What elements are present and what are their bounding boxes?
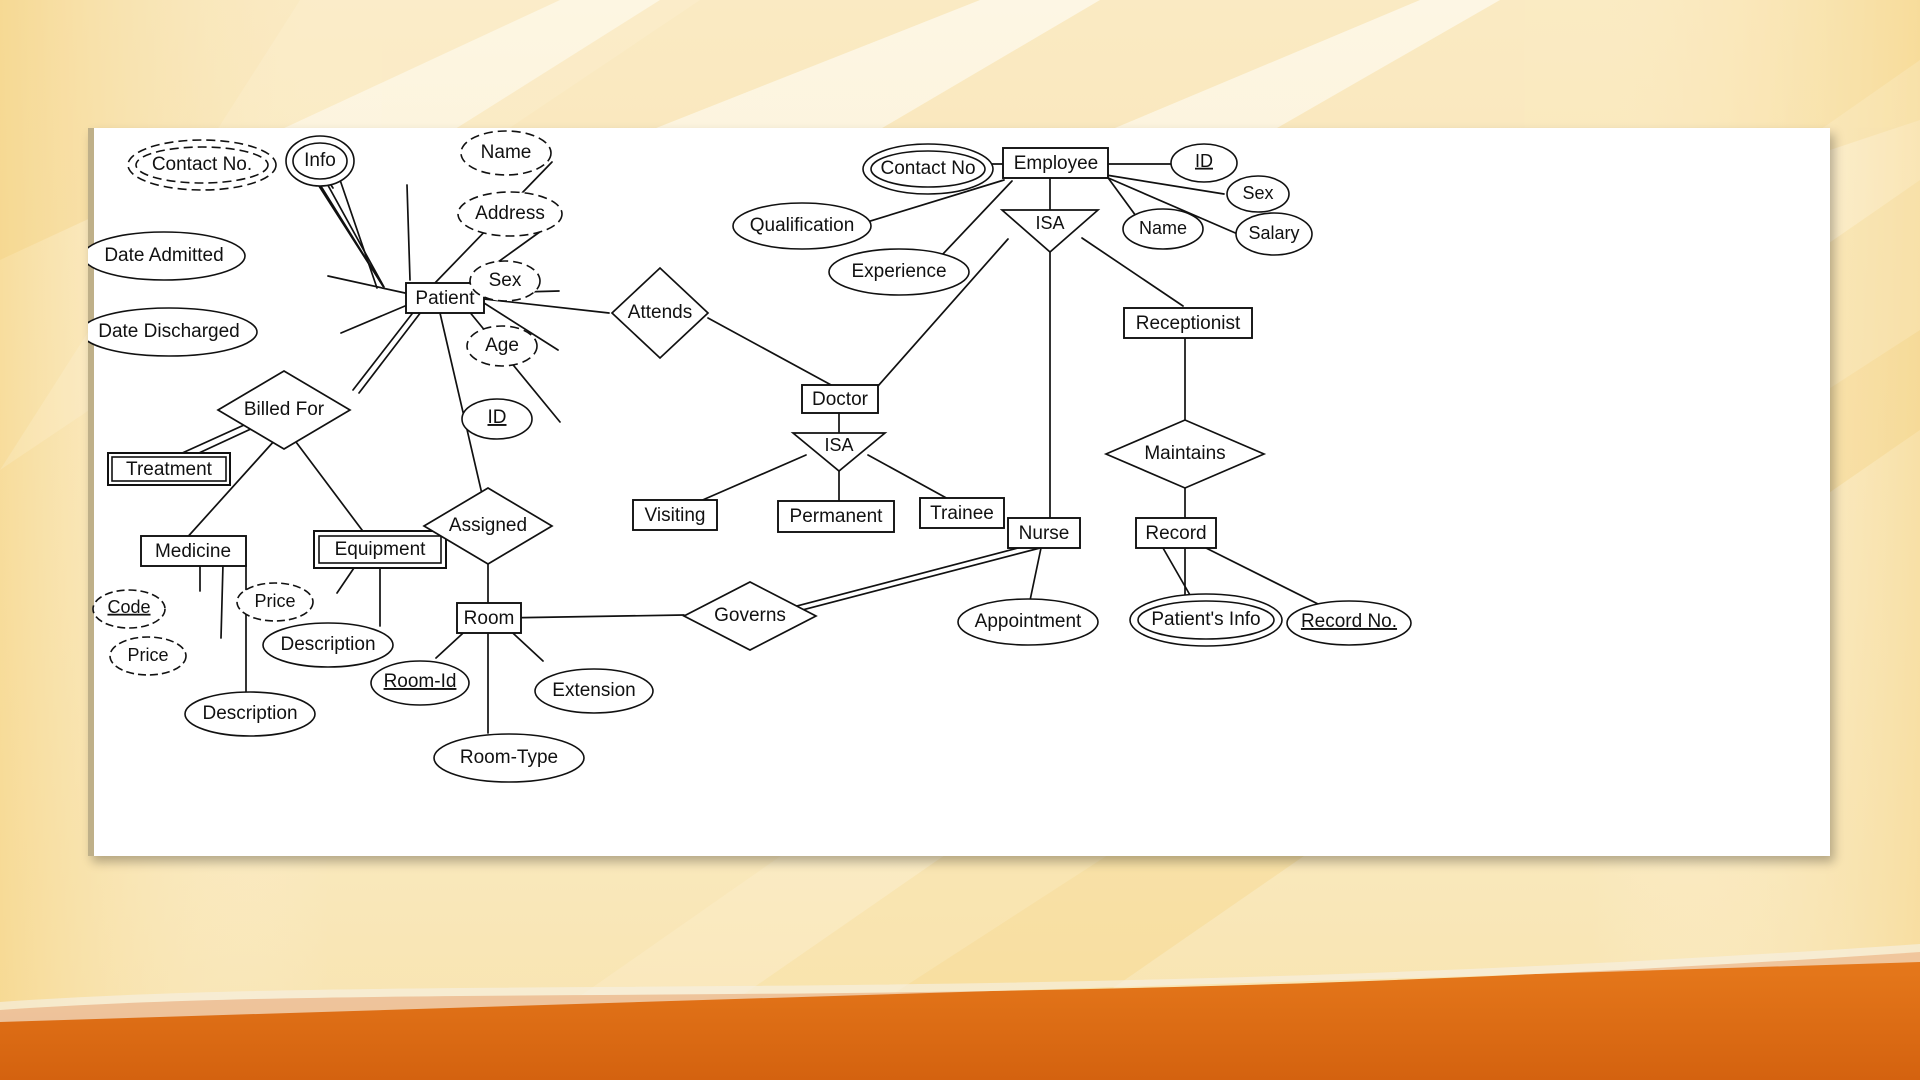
attribute-employee-contact-no[interactable]: Contact No [862,143,994,195]
relationship-billed-for[interactable]: Billed For [216,370,352,450]
attribute-patient-sex-label: Sex [489,270,522,291]
attribute-record-patients-info[interactable]: Patient's Info [1129,593,1283,647]
relationship-maintains[interactable]: Maintains [1103,419,1267,489]
attribute-employee-name-label: Name [1139,218,1187,238]
entity-doctor[interactable]: Doctor [801,384,879,414]
attribute-employee-id-label: ID [1195,151,1213,171]
attribute-equipment-description-label: Description [280,634,375,655]
attribute-employee-sex-label: Sex [1242,183,1273,203]
attribute-record-record-no-label: Record No. [1301,611,1397,632]
attribute-patient-contact-no-label: Contact No. [152,154,252,175]
attribute-medicine-price[interactable]: Price [109,636,187,676]
attribute-patient-date-admitted[interactable]: Date Admitted [88,231,246,281]
entity-medicine[interactable]: Medicine [140,535,247,567]
relationship-assigned-label: Assigned [449,515,527,536]
attribute-patient-age-label: Age [485,335,519,356]
isa-doctor-label: ISA [824,435,853,455]
attribute-employee-experience[interactable]: Experience [828,248,970,296]
attribute-medicine-code[interactable]: Code [92,589,166,629]
relationship-governs-label: Governs [714,605,786,626]
entity-permanent-label: Permanent [790,506,884,527]
attribute-nurse-appointment-label: Appointment [975,611,1082,632]
attribute-patient-id[interactable]: ID [461,398,533,440]
entity-receptionist-label: Receptionist [1136,313,1241,334]
entity-equipment-label: Equipment [335,539,427,560]
isa-triangle-employee[interactable]: ISA [999,209,1101,254]
entity-treatment-label: Treatment [126,459,213,480]
attribute-employee-qualification-label: Qualification [750,215,855,236]
attends-connectors [707,317,834,387]
attribute-patient-name-label: Name [481,142,532,163]
attribute-equipment-price-label: Price [254,591,295,611]
entity-nurse-label: Nurse [1019,523,1070,544]
attribute-medicine-price-label: Price [127,645,168,665]
entity-trainee[interactable]: Trainee [919,497,1005,529]
attribute-record-record-no[interactable]: Record No. [1286,600,1412,646]
attribute-equipment-price[interactable]: Price [236,582,314,622]
attribute-patient-date-discharged[interactable]: Date Discharged [88,307,258,357]
attribute-room-room-id-label: Room-Id [384,671,457,692]
attribute-patient-address[interactable]: Address [457,191,563,237]
entity-visiting[interactable]: Visiting [632,499,718,531]
attribute-medicine-description[interactable]: Description [184,691,316,737]
er-diagram-canvas: Patient Treatment Medicine Equipment Roo… [88,130,1412,783]
er-diagram-image: Patient Treatment Medicine Equipment Roo… [88,128,1830,856]
entity-patient-label: Patient [415,288,475,309]
attribute-medicine-code-label: Code [107,597,150,617]
attribute-room-extension-label: Extension [552,680,635,701]
entity-record[interactable]: Record [1135,517,1217,549]
entity-room[interactable]: Room [456,602,522,634]
entity-doctor-label: Doctor [812,389,869,410]
attribute-employee-sex[interactable]: Sex [1226,175,1290,213]
relationship-attends-label: Attends [628,302,692,323]
attribute-employee-salary-label: Salary [1248,223,1299,243]
entity-room-label: Room [464,608,515,629]
attribute-employee-salary[interactable]: Salary [1235,212,1313,256]
entity-equipment[interactable]: Equipment [313,530,447,569]
attribute-patient-age[interactable]: Age [466,325,538,367]
attribute-employee-qualification[interactable]: Qualification [732,202,872,250]
entity-trainee-label: Trainee [930,503,994,524]
attribute-patient-sex[interactable]: Sex [469,260,541,302]
attribute-patient-info-label: Info [304,150,336,171]
attribute-patient-contact-no[interactable]: Contact No. [127,139,277,191]
attribute-room-room-id[interactable]: Room-Id [370,660,470,706]
entity-employee[interactable]: Employee [1002,147,1109,179]
entity-visiting-label: Visiting [645,505,706,526]
attribute-room-room-type[interactable]: Room-Type [433,733,585,783]
attribute-room-room-type-label: Room-Type [460,747,558,768]
attribute-employee-contact-no-label: Contact No [880,158,975,179]
entity-employee-label: Employee [1014,153,1099,174]
attribute-room-extension[interactable]: Extension [534,668,654,714]
relationship-attends[interactable]: Attends [610,266,710,360]
entity-receptionist[interactable]: Receptionist [1123,307,1253,339]
isa-triangle-doctor[interactable]: ISA [790,432,888,473]
isa-employee-label: ISA [1035,213,1064,233]
attribute-patient-name[interactable]: Name [460,130,552,176]
attribute-patient-info[interactable]: Info [285,135,355,187]
attribute-employee-name[interactable]: Name [1122,208,1204,250]
attribute-patient-date-admitted-label: Date Admitted [104,245,223,266]
attribute-patient-address-label: Address [475,203,545,224]
relationship-maintains-label: Maintains [1144,443,1225,464]
entity-record-label: Record [1145,523,1206,544]
entity-medicine-label: Medicine [155,541,231,562]
entity-nurse[interactable]: Nurse [1007,517,1081,549]
attribute-employee-id[interactable]: ID [1170,143,1238,183]
attribute-employee-experience-label: Experience [851,261,946,282]
attribute-equipment-description[interactable]: Description [262,622,394,668]
relationship-billed-for-label: Billed For [244,399,325,420]
entity-treatment[interactable]: Treatment [107,452,231,486]
relationship-governs[interactable]: Governs [682,581,818,651]
attribute-record-patients-info-label: Patient's Info [1151,609,1260,630]
entity-permanent[interactable]: Permanent [777,500,895,533]
attribute-nurse-appointment[interactable]: Appointment [957,598,1099,646]
attribute-patient-date-discharged-label: Date Discharged [98,321,240,342]
attribute-medicine-description-label: Description [202,703,297,724]
attribute-patient-id-label: ID [488,407,507,428]
